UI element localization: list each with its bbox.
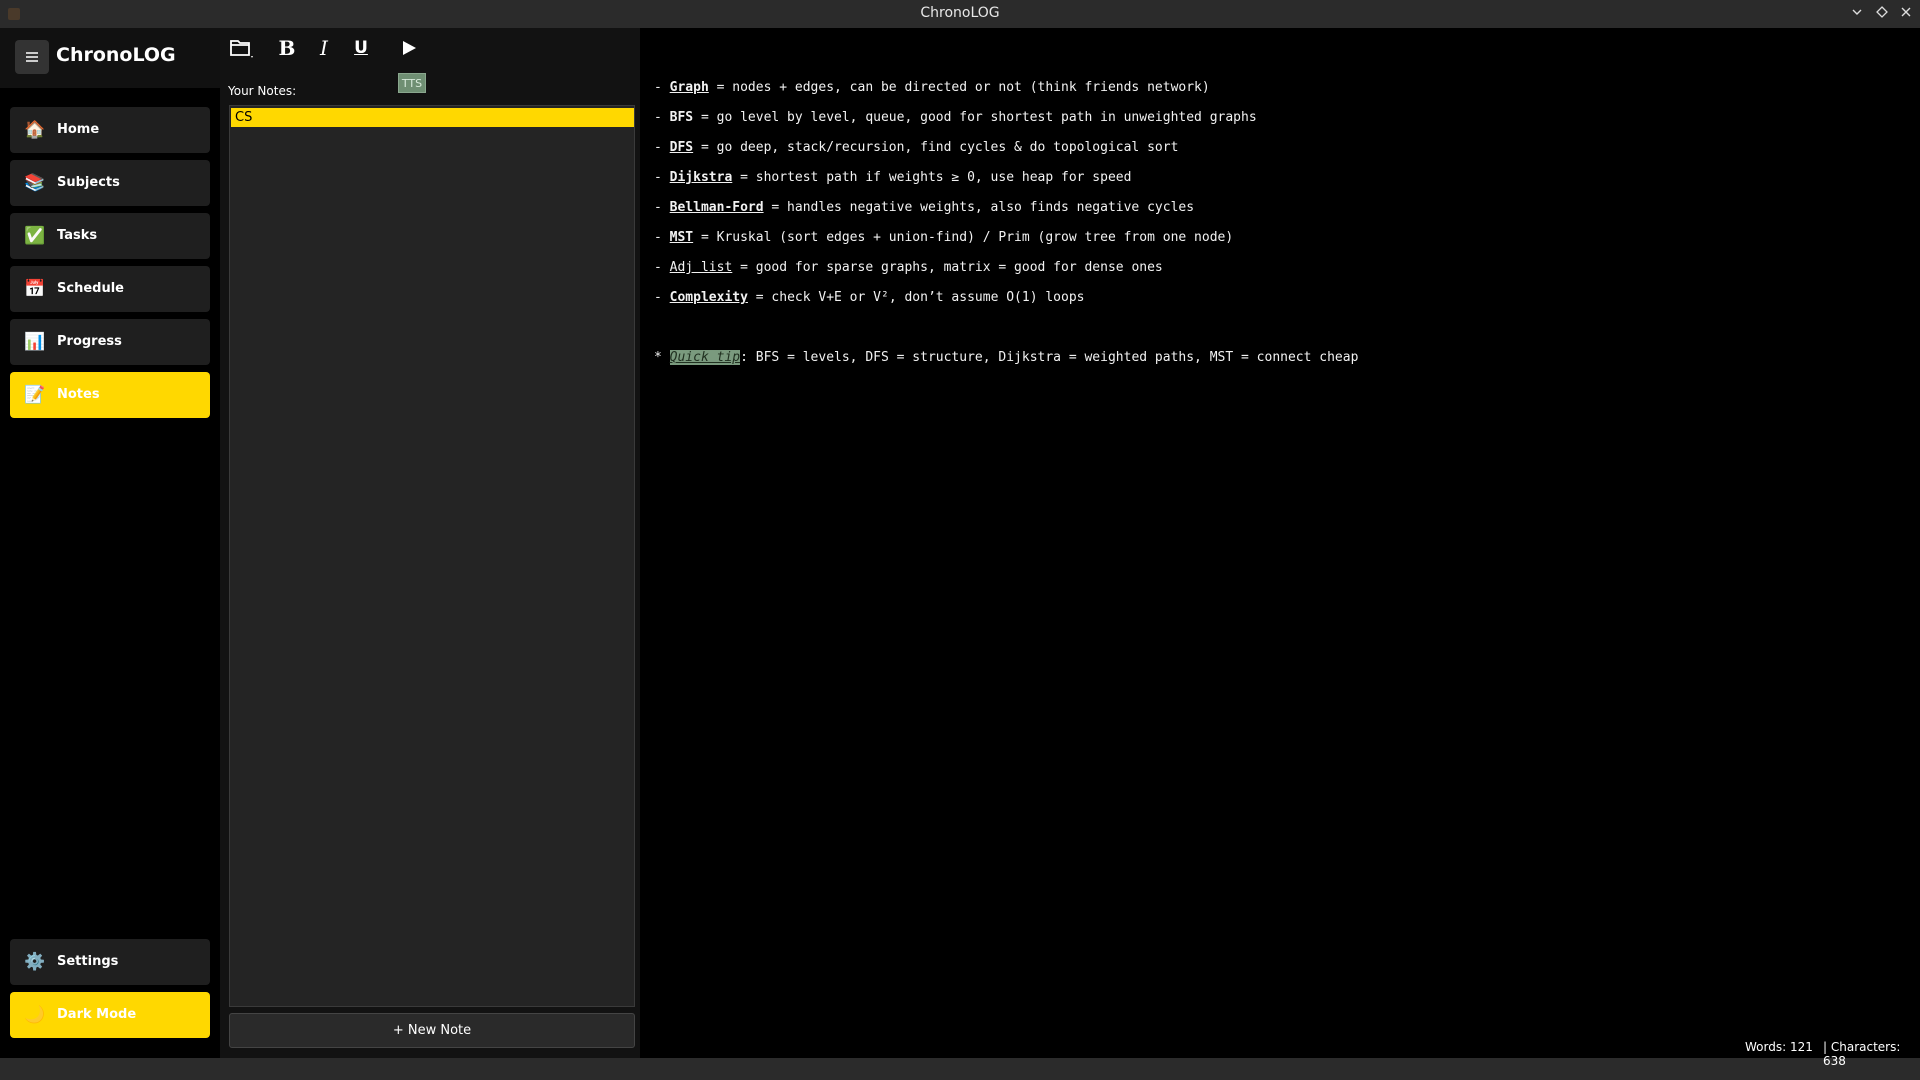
editor-line: - Bellman-Ford = handles negative weight… [654,200,1195,215]
check-icon: ✅ [24,226,46,246]
open-file-button[interactable] [225,32,257,64]
editor-line: - BFS = go level by level, queue, good f… [654,110,1257,125]
dark-mode-label: Dark Mode [57,1007,137,1022]
close-icon[interactable] [1896,4,1916,24]
sidebar-item-progress[interactable]: 📊 Progress [10,319,210,365]
editor-tip-line: * Quick tip: BFS = levels, DFS = structu… [654,350,1359,365]
status-bar [0,1058,1920,1080]
sidebar-item-label: Subjects [57,175,120,190]
highlighted-text: Quick tip [669,350,741,365]
sidebar-item-settings[interactable]: ⚙️ Settings [10,939,210,985]
sidebar-item-label: Schedule [57,281,124,296]
character-count: | Characters: 638 [1823,1040,1901,1068]
home-icon: 🏠 [24,120,46,140]
app-name: ChronoLOG [56,44,176,66]
editor-line: - Dijkstra = shortest path if weights ≥ … [654,170,1132,185]
underline-button[interactable]: U [345,32,377,64]
gear-icon: ⚙️ [24,952,46,972]
editor-line: - MST = Kruskal (sort edges + union-find… [654,230,1234,245]
dark-mode-toggle[interactable]: 🌙 Dark Mode [10,992,210,1038]
play-button[interactable] [393,32,425,64]
sidebar-item-label: Tasks [57,228,98,243]
editor-line: - Complexity = check V+E or V², don’t as… [654,290,1085,305]
list-item[interactable]: CS [231,108,634,127]
bold-button[interactable]: B [271,32,303,64]
folder-icon [228,40,254,64]
books-icon: 📚 [24,173,46,193]
sidebar-item-subjects[interactable]: 📚 Subjects [10,160,210,206]
sidebar-item-label: Progress [57,334,122,349]
play-icon [400,41,418,61]
window-title: ChronoLOG [920,5,1000,21]
restore-icon[interactable] [1872,4,1892,24]
word-count: Words: 121 [1745,1040,1813,1054]
sidebar-item-label: Settings [57,954,119,969]
minimize-icon[interactable] [1847,4,1867,24]
note-editor[interactable]: - Graph = nodes + edges, can be directed… [640,28,1920,1058]
title-bar: ChronoLOG [0,0,1920,28]
editor-line: - Adj list = good for sparse graphs, mat… [654,260,1163,275]
brand-header: ChronoLOG [0,28,220,88]
notes-list[interactable]: CS [229,105,635,1007]
calendar-icon: 📅 [24,279,46,299]
sidebar-item-notes[interactable]: 📝 Notes [10,372,210,418]
sidebar-item-label: Home [57,122,100,137]
new-note-button[interactable]: + New Note [229,1013,635,1048]
moon-icon: 🌙 [24,1005,46,1025]
italic-button[interactable]: I [308,32,340,64]
sidebar-item-home[interactable]: 🏠 Home [10,107,210,153]
editor-line: - DFS = go deep, stack/recursion, find c… [654,140,1179,155]
bar-chart-icon: 📊 [24,332,46,352]
sidebar-item-label: Notes [57,387,100,402]
memo-icon: 📝 [24,385,46,405]
sidebar-item-schedule[interactable]: 📅 Schedule [10,266,210,312]
editor-line: - Graph = nodes + edges, can be directed… [654,80,1210,95]
sidebar: ChronoLOG 🏠 Home 📚 Subjects ✅ Tasks 📅 Sc… [0,28,220,1058]
sidebar-item-tasks[interactable]: ✅ Tasks [10,213,210,259]
menu-icon[interactable] [15,40,49,74]
notes-heading: Your Notes: [228,84,297,98]
tts-tooltip: TTS [398,73,426,93]
